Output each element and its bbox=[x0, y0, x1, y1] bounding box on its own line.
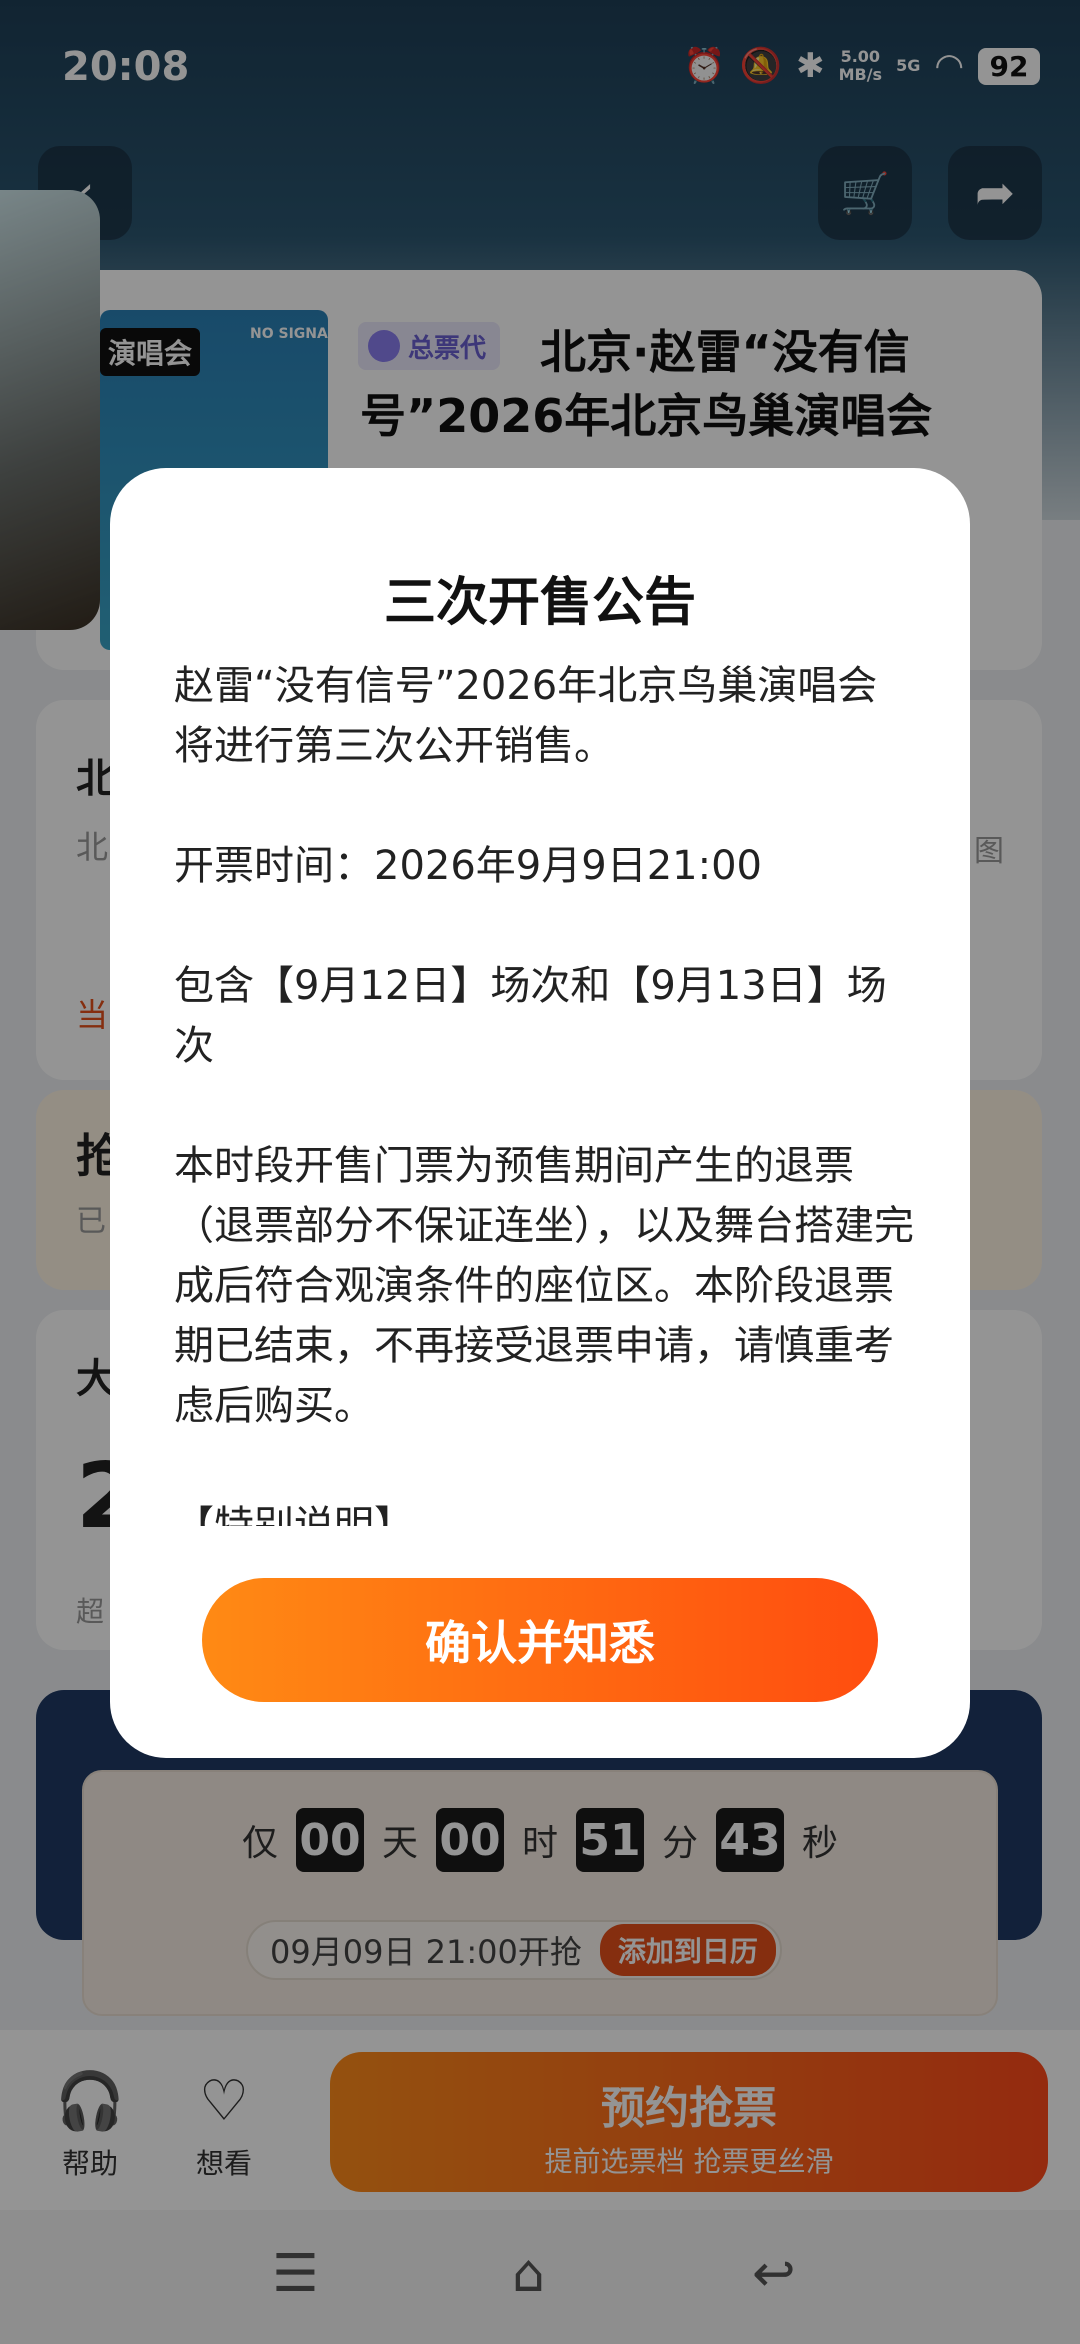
dialog-body[interactable]: 赵雷“没有信号”2026年北京鸟巢演唱会将进行第三次公开销售。 开票时间：202… bbox=[174, 656, 914, 1526]
dialog-title: 三次开售公告 bbox=[383, 573, 696, 633]
confirm-button[interactable]: 确认并知悉 bbox=[202, 1578, 878, 1702]
dialog-paragraph: 【特别说明】 bbox=[174, 1503, 414, 1526]
dialog-paragraph: 赵雷“没有信号”2026年北京鸟巢演唱会将进行第三次公开销售。 bbox=[174, 663, 878, 769]
dialog-paragraph: 包含【9月12日】场次和【9月13日】场次 bbox=[174, 963, 887, 1069]
dialog-paragraph: 开票时间：2026年9月9日21:00 bbox=[174, 843, 762, 889]
announcement-dialog: 三次开售公告 赵雷“没有信号”2026年北京鸟巢演唱会将进行第三次公开销售。 开… bbox=[110, 468, 970, 1758]
dialog-paragraph: 本时段开售门票为预售期间产生的退票（退票部分不保证连坐），以及舞台搭建完成后符合… bbox=[174, 1143, 914, 1429]
